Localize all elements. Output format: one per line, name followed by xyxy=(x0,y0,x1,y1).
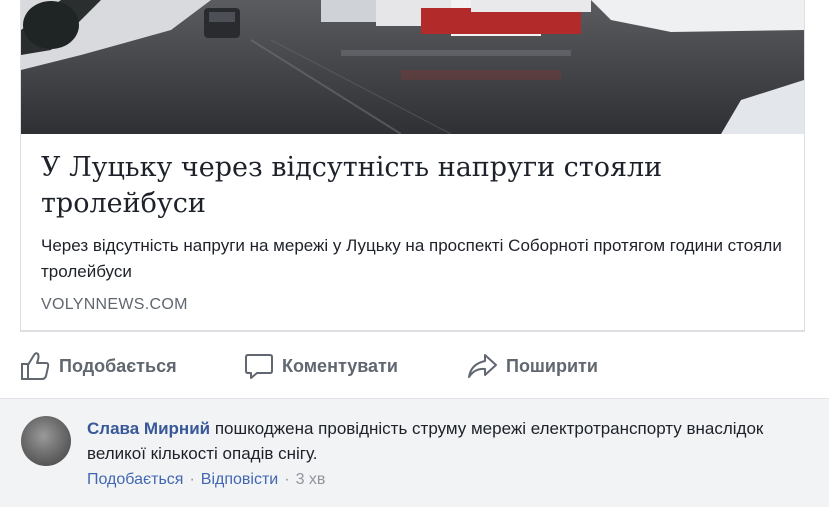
comment-button-label: Коментувати xyxy=(282,355,398,376)
link-preview-card[interactable]: У Луцьку через відсутність напруги стоял… xyxy=(20,0,805,332)
speech-bubble-icon xyxy=(244,352,274,380)
article-photo[interactable] xyxy=(21,0,804,134)
article-description: Через відсутність напруги на мережі у Лу… xyxy=(41,236,782,281)
thumbs-up-icon xyxy=(19,351,51,381)
comment-author-link[interactable]: Слава Мирний xyxy=(87,419,210,438)
meta-separator: · xyxy=(284,471,290,488)
like-button[interactable]: Подобається xyxy=(19,350,177,382)
commenter-avatar[interactable] xyxy=(21,416,71,466)
comment-timestamp[interactable]: 3 хв xyxy=(296,471,326,488)
comment-button[interactable]: Коментувати xyxy=(244,350,398,382)
comments-section: Слава Мирний пошкоджена провідність стру… xyxy=(0,398,829,507)
comment-like-link[interactable]: Подобається xyxy=(87,471,183,488)
article-domain: VOLYNNEWS.COM xyxy=(41,296,188,313)
comment-reply-link[interactable]: Відповісти xyxy=(201,471,278,488)
meta-separator: · xyxy=(189,471,195,488)
comment-bubble: Слава Мирний пошкоджена провідність стру… xyxy=(87,416,797,466)
like-button-label: Подобається xyxy=(59,355,177,376)
comment-meta-row: Подобається · Відповісти · 3 хв xyxy=(87,471,325,489)
share-arrow-icon xyxy=(466,352,498,380)
share-button-label: Поширити xyxy=(506,355,598,376)
share-button[interactable]: Поширити xyxy=(466,350,598,382)
post-action-bar: Подобається Коментувати Поширити xyxy=(0,340,829,394)
street-scene-image xyxy=(21,0,804,134)
article-title[interactable]: У Луцьку через відсутність напруги стоял… xyxy=(41,150,781,222)
